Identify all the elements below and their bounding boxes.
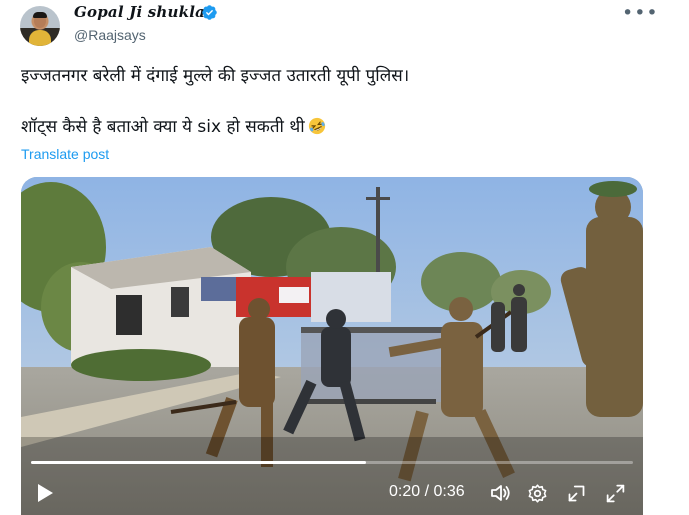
video-time-separator: / xyxy=(420,483,434,500)
video-current-time: 0:20 xyxy=(389,483,421,500)
video-player[interactable]: 0:20 / 0:36 xyxy=(21,177,643,515)
author-handle[interactable]: @Raajsays xyxy=(74,27,146,43)
post-text-line-1: इज्जतनगर बरेली में दंगाई मुल्ले की इज्जत… xyxy=(21,66,410,86)
video-progress-bar[interactable] xyxy=(31,461,633,464)
translate-post-link[interactable]: Translate post xyxy=(21,146,109,162)
tweet: Gopal Ji shukla @Raajsays ••• इज्जतनगर ब… xyxy=(0,0,689,515)
more-options-icon[interactable]: ••• xyxy=(622,2,659,24)
video-frame xyxy=(21,177,643,515)
post-text-line-2: शॉट्स कैसे है बताओ क्या ये six हो सकती थ… xyxy=(21,115,326,139)
avatar-shirt xyxy=(29,30,51,46)
video-progress-fill xyxy=(31,461,366,464)
video-duration: 0:36 xyxy=(433,483,465,500)
play-icon[interactable] xyxy=(36,483,54,503)
settings-icon[interactable] xyxy=(527,483,548,504)
verified-badge-icon xyxy=(202,5,217,20)
rofl-emoji-icon xyxy=(308,117,325,135)
author-name[interactable]: Gopal Ji shukla xyxy=(74,3,205,21)
volume-icon[interactable] xyxy=(490,483,512,503)
video-time: 0:20 / 0:36 xyxy=(389,483,465,501)
avatar-hair xyxy=(33,12,47,18)
minimize-icon[interactable] xyxy=(566,483,587,504)
post-text-line-2-content: शॉट्स कैसे है बताओ क्या ये six हो सकती थ… xyxy=(21,117,305,137)
fullscreen-icon[interactable] xyxy=(605,483,626,504)
avatar[interactable] xyxy=(20,6,60,46)
